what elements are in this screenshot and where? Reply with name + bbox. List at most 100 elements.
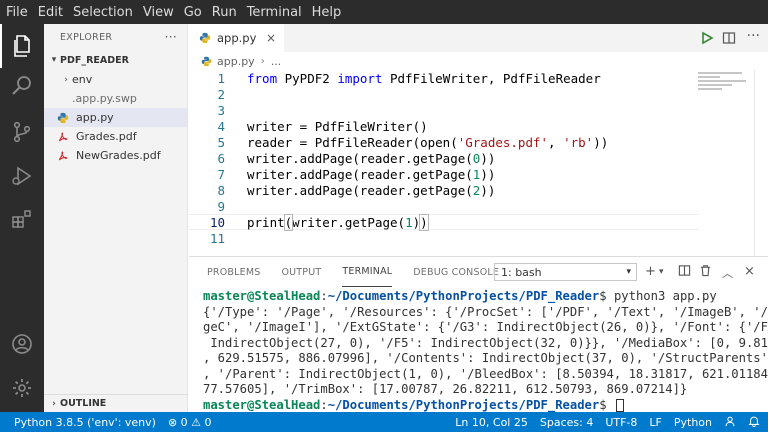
tree-item-app-py[interactable]: app.py (44, 108, 187, 127)
terminal-output[interactable]: master@StealHead: ~/Documents/PythonProje… (203, 289, 768, 414)
menu-run[interactable]: Run (212, 5, 237, 20)
terminal-select[interactable]: 1: bash ▾ (494, 263, 637, 281)
split-editor-icon[interactable] (722, 31, 736, 45)
pdf-file-icon (56, 149, 70, 163)
python-interpreter[interactable]: Python 3.8.5 ('env': venv) (14, 416, 156, 429)
more-actions-icon[interactable]: ··· (747, 28, 760, 44)
tree-item-label: env (72, 73, 93, 86)
terminal-line: {'/Type': '/Page', '/Resources': {'/Proc… (203, 304, 768, 319)
tab-output[interactable]: OUTPUT (281, 257, 321, 287)
menu-view[interactable]: View (143, 5, 174, 20)
folder-header[interactable]: ▾ PDF_READER (44, 50, 187, 70)
line-number: 6 (217, 150, 225, 166)
extensions-icon[interactable] (0, 197, 44, 241)
code-line: 8 writer.addPage(reader.getPage(2)) (189, 182, 699, 198)
tab-debug-console[interactable]: DEBUG CONSOLE (413, 257, 499, 287)
code-line: 3 (189, 102, 699, 118)
explorer-icon[interactable] (0, 24, 44, 68)
code-text: writer.addPage(reader.getPage(0)) (247, 150, 496, 166)
minimap[interactable] (698, 70, 754, 100)
activity-bar (0, 24, 44, 412)
line-ending[interactable]: LF (649, 416, 661, 429)
chevron-right-icon: › (260, 55, 265, 67)
prompt-dollar: $ (599, 289, 607, 303)
search-icon[interactable] (0, 64, 44, 108)
code-editor[interactable]: 1 from PyPDF2 import PdfFileWriter, PdfF… (189, 70, 768, 256)
indentation[interactable]: Spaces: 4 (540, 416, 593, 429)
menu-file[interactable]: File (6, 5, 28, 20)
breadcrumb-file[interactable]: app.py (217, 55, 255, 68)
line-number: 1 (217, 70, 225, 86)
tree-item-grades-pdf[interactable]: Grades.pdf (44, 127, 187, 146)
tab-label: app.py (217, 31, 257, 45)
menu-help[interactable]: Help (312, 5, 342, 20)
editor-scrollbar[interactable] (754, 70, 768, 256)
split-terminal-icon[interactable] (678, 264, 691, 281)
terminal-line: geC', '/ImageI'], '/ExtGState': {'/G3': … (203, 320, 768, 334)
code-text: from PyPDF2 import PdfFileWriter, PdfFil… (247, 70, 601, 86)
breadcrumb: app.py › ... (189, 52, 768, 70)
cursor-position[interactable]: Ln 10, Col 25 (455, 416, 528, 429)
feedback-icon[interactable] (724, 415, 736, 430)
prompt-path: ~/Documents/PythonProjects/PDF_Reader (327, 289, 600, 303)
breadcrumb-symbols[interactable]: ... (271, 55, 282, 68)
problems-count[interactable]: ⊗ 0 ⚠ 0 (168, 416, 212, 429)
terminal-line: 77.57605], '/TrimBox': [17.00787, 26.822… (203, 382, 688, 396)
account-icon[interactable] (0, 322, 44, 366)
prompt-user: master@StealHead (203, 397, 321, 412)
line-number: 8 (217, 182, 225, 198)
line-number: 9 (217, 198, 225, 214)
code-line: 5 reader = PdfFileReader(open('Grades.pd… (189, 134, 699, 150)
prompt-separator: : (320, 397, 328, 412)
notifications-bell-icon[interactable] (748, 415, 760, 430)
code-line-current: 10 print(writer.getPage(1)) (189, 213, 699, 231)
tree-item-env[interactable]: › env (44, 70, 187, 89)
chevron-down-icon: ▾ (626, 267, 631, 277)
python-file-icon (56, 111, 70, 125)
maximize-panel-icon[interactable]: ︿ (722, 265, 733, 281)
trash-icon[interactable] (699, 264, 712, 281)
terminal-cursor (615, 398, 624, 412)
code-text: reader = PdfFileReader(open('Grades.pdf'… (247, 134, 609, 150)
tree-item-label: NewGrades.pdf (76, 149, 161, 162)
folder-name: PDF_READER (60, 54, 129, 66)
code-text: writer = PdfFileWriter() (247, 118, 428, 134)
menu-edit[interactable]: Edit (38, 5, 63, 20)
language-mode[interactable]: Python (674, 416, 712, 429)
menu-selection[interactable]: Selection (73, 5, 133, 20)
code-text: print(writer.getPage(1)) (247, 213, 429, 231)
code-line: 7 writer.addPage(reader.getPage(1)) (189, 166, 699, 182)
menu-go[interactable]: Go (184, 5, 202, 20)
outline-section[interactable]: › OUTLINE (44, 394, 188, 412)
line-number: 7 (217, 166, 225, 182)
code-line: 11 (189, 230, 699, 246)
line-number: 4 (217, 118, 225, 134)
source-control-icon[interactable] (0, 110, 44, 154)
settings-gear-icon[interactable] (0, 366, 44, 410)
code-text: writer.addPage(reader.getPage(2)) (247, 182, 496, 198)
tab-problems[interactable]: PROBLEMS (207, 257, 260, 287)
prompt-dollar: $ (599, 397, 607, 412)
terminal-line: , 629.51575, 886.07996], '/Contents': In… (203, 351, 768, 365)
close-panel-icon[interactable]: × (744, 264, 755, 279)
run-debug-icon[interactable] (0, 154, 44, 198)
tree-item-swp[interactable]: .app.py.swp (44, 89, 187, 108)
tab-app-py[interactable]: app.py × (189, 24, 284, 52)
new-terminal-icon[interactable]: + (645, 264, 656, 279)
tree-item-newgrades-pdf[interactable]: NewGrades.pdf (44, 146, 187, 165)
terminal-line: master@StealHead:~/Documents/PythonProje… (203, 398, 763, 414)
more-actions-icon[interactable]: ··· (165, 30, 177, 44)
menu-terminal[interactable]: Terminal (247, 5, 302, 20)
line-number: 11 (209, 230, 225, 246)
pdf-file-icon (56, 130, 70, 144)
chevron-down-icon: ▾ (51, 55, 57, 65)
explorer-title: EXPLORER (60, 31, 113, 43)
encoding[interactable]: UTF-8 (605, 416, 637, 429)
tab-terminal[interactable]: TERMINAL (342, 257, 393, 287)
run-file-icon[interactable] (700, 31, 714, 45)
tree-item-label: app.py (76, 111, 114, 124)
explorer-header: EXPLORER ··· (44, 24, 187, 50)
close-icon[interactable]: × (266, 31, 276, 45)
chevron-down-icon[interactable]: ▾ (659, 267, 664, 277)
code-line: 1 from PyPDF2 import PdfFileWriter, PdfF… (189, 70, 699, 86)
